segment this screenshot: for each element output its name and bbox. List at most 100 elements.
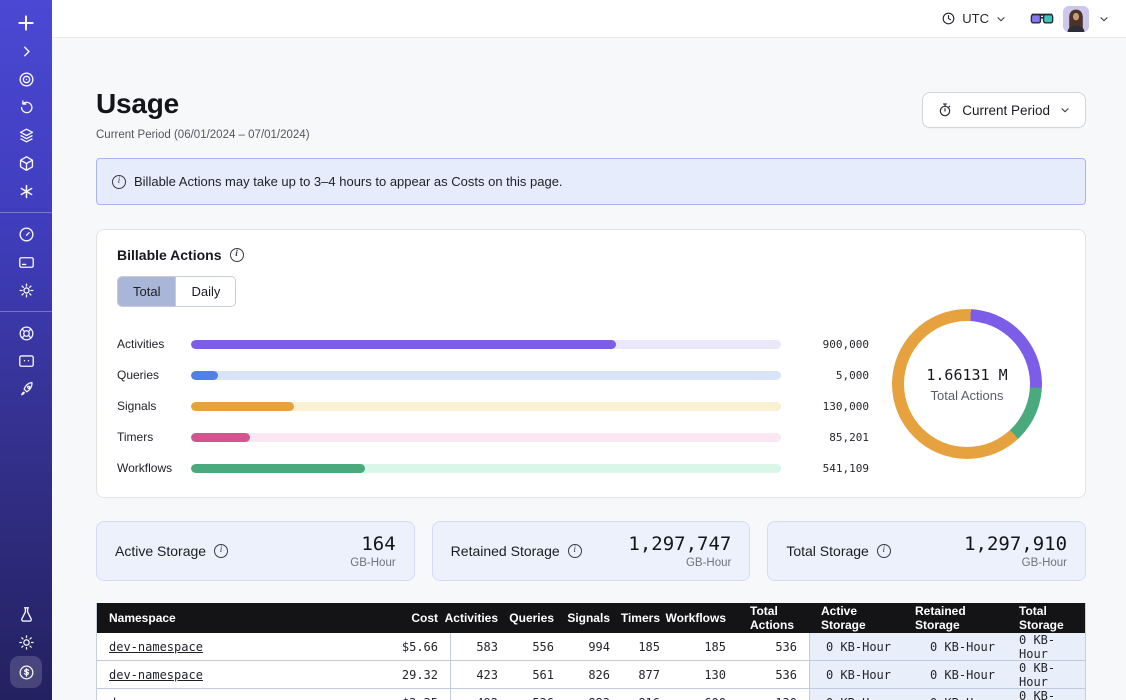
info-banner: Billable Actions may take up to 3–4 hour… [96, 158, 1086, 205]
bar-value: 85,201 [781, 431, 869, 444]
table-cell: 883 [566, 689, 622, 700]
billing-card-icon[interactable] [10, 248, 42, 276]
table-cell: 0 KB-Hour [903, 633, 1007, 660]
layers-icon[interactable] [10, 121, 42, 149]
bar-label: Workflows [117, 461, 191, 475]
billable-actions-bar-chart: Activities900,000Queries5,000Signals130,… [117, 329, 869, 475]
billable-actions-title: Billable Actions [117, 247, 222, 263]
clock-icon [941, 11, 956, 26]
bar-fill [191, 402, 294, 411]
table-cell: 561 [510, 661, 566, 688]
cube-icon[interactable] [10, 149, 42, 177]
table-cell: 130 [738, 689, 809, 700]
table-cell: 556 [510, 633, 566, 660]
namespace-cell: dev-namespace [97, 661, 368, 688]
table-cell: 0 KB-Hour [1007, 689, 1085, 700]
timezone-selector[interactable]: UTC [941, 11, 1007, 26]
column-header-timers: Timers [622, 603, 672, 633]
namespace-link[interactable]: dev-namespace [109, 668, 203, 682]
table-cell: $3.35 [368, 689, 450, 700]
total-storage-card: Total Storage 1,297,910 GB-Hour [767, 521, 1086, 581]
column-header-namespace: Namespace [97, 603, 368, 633]
table-cell: 185 [622, 633, 672, 660]
table-cell: 826 [566, 661, 622, 688]
active-storage-value: 164 [350, 533, 395, 555]
active-storage-label: Active Storage [115, 543, 206, 559]
chevron-down-icon [995, 13, 1007, 25]
info-icon[interactable] [877, 544, 891, 558]
table-row: dev-namespace29.324235618268771305360 KB… [97, 661, 1085, 689]
bar-fill [191, 464, 365, 473]
bar-row-signals: Signals130,000 [117, 399, 869, 413]
bar-value: 5,000 [781, 369, 869, 382]
main-area: Usage Current Period (06/01/2024 – 07/01… [52, 38, 1126, 700]
donut-total-label: Total Actions [926, 388, 1007, 403]
support-lifebuoy-icon[interactable] [10, 319, 42, 347]
glasses-icon[interactable] [1030, 12, 1054, 26]
column-header-total-actions: Total Actions [738, 603, 809, 633]
labs-flask-icon[interactable] [10, 600, 42, 628]
table-cell: 423 [450, 661, 510, 688]
table-row: dev-namespace$3.354925368838166001300 KB… [97, 689, 1085, 700]
info-icon[interactable] [230, 248, 244, 262]
bar-track [191, 340, 781, 349]
namespace-cell: dev-namespace [97, 633, 368, 660]
avatar[interactable] [1063, 6, 1089, 32]
period-selector-label: Current Period [962, 103, 1050, 118]
bar-value: 900,000 [781, 338, 869, 351]
table-cell: 492 [450, 689, 510, 700]
donut-total-value: 1.66131 M [926, 366, 1007, 384]
table-cell: 29.32 [368, 661, 450, 688]
table-cell: $5.66 [368, 633, 450, 660]
tab-daily[interactable]: Daily [175, 277, 235, 306]
tab-total[interactable]: Total [118, 277, 175, 306]
table-cell: 583 [450, 633, 510, 660]
account-menu-chevron-icon[interactable] [1098, 13, 1110, 25]
namespace-link[interactable]: dev-namespace [109, 696, 203, 700]
expand-chevron-icon[interactable] [10, 37, 42, 65]
bar-track [191, 433, 781, 442]
info-icon[interactable] [214, 544, 228, 558]
gauge-icon[interactable] [10, 220, 42, 248]
info-icon[interactable] [568, 544, 582, 558]
table-header-row: NamespaceCostActivitiesQueriesSignalsTim… [97, 603, 1085, 633]
table-cell: 536 [510, 689, 566, 700]
topbar: UTC [52, 0, 1126, 38]
namespace-usage-table: NamespaceCostActivitiesQueriesSignalsTim… [96, 603, 1086, 700]
retained-storage-label: Retained Storage [451, 543, 560, 559]
billable-actions-card: Billable Actions Total Daily Activities9… [96, 229, 1086, 498]
bar-row-timers: Timers 85,201 [117, 430, 869, 444]
table-body: dev-namespace$5.665835569941851855360 KB… [97, 633, 1085, 700]
table-cell: 0 KB-Hour [809, 661, 903, 688]
period-selector-button[interactable]: Current Period [922, 92, 1086, 128]
history-retry-icon[interactable] [10, 93, 42, 121]
retained-storage-card: Retained Storage 1,297,747 GB-Hour [432, 521, 751, 581]
table-cell: 0 KB-Hour [903, 689, 1007, 700]
settings-gear-icon[interactable] [10, 276, 42, 304]
sidebar [0, 0, 52, 700]
feedback-monitor-icon[interactable] [10, 347, 42, 375]
column-header-signals: Signals [566, 603, 622, 633]
table-cell: 0 KB-Hour [1007, 633, 1085, 660]
bar-fill [191, 340, 616, 349]
usage-coin-icon[interactable] [10, 656, 42, 688]
namespace-link[interactable]: dev-namespace [109, 640, 203, 654]
temporal-logo-icon[interactable] [10, 9, 42, 37]
column-header-queries: Queries [510, 603, 566, 633]
total-storage-value: 1,297,910 [964, 533, 1067, 555]
bar-label: Timers [117, 430, 191, 444]
column-header-active-storage: Active Storage [809, 603, 903, 633]
bar-label: Queries [117, 368, 191, 382]
table-cell: 0 KB-Hour [809, 633, 903, 660]
bar-value: 130,000 [781, 400, 869, 413]
asterisk-icon[interactable] [10, 177, 42, 205]
theme-sun-icon[interactable] [10, 628, 42, 656]
info-icon [112, 175, 126, 189]
active-storage-unit: GB-Hour [350, 557, 395, 569]
table-cell: 994 [566, 633, 622, 660]
namespaces-spiral-icon[interactable] [10, 65, 42, 93]
rocket-icon[interactable] [10, 375, 42, 403]
table-cell: 130 [672, 661, 738, 688]
sidebar-divider [0, 311, 52, 312]
storage-summary-row: Active Storage 164 GB-Hour Retained Stor… [96, 521, 1086, 581]
